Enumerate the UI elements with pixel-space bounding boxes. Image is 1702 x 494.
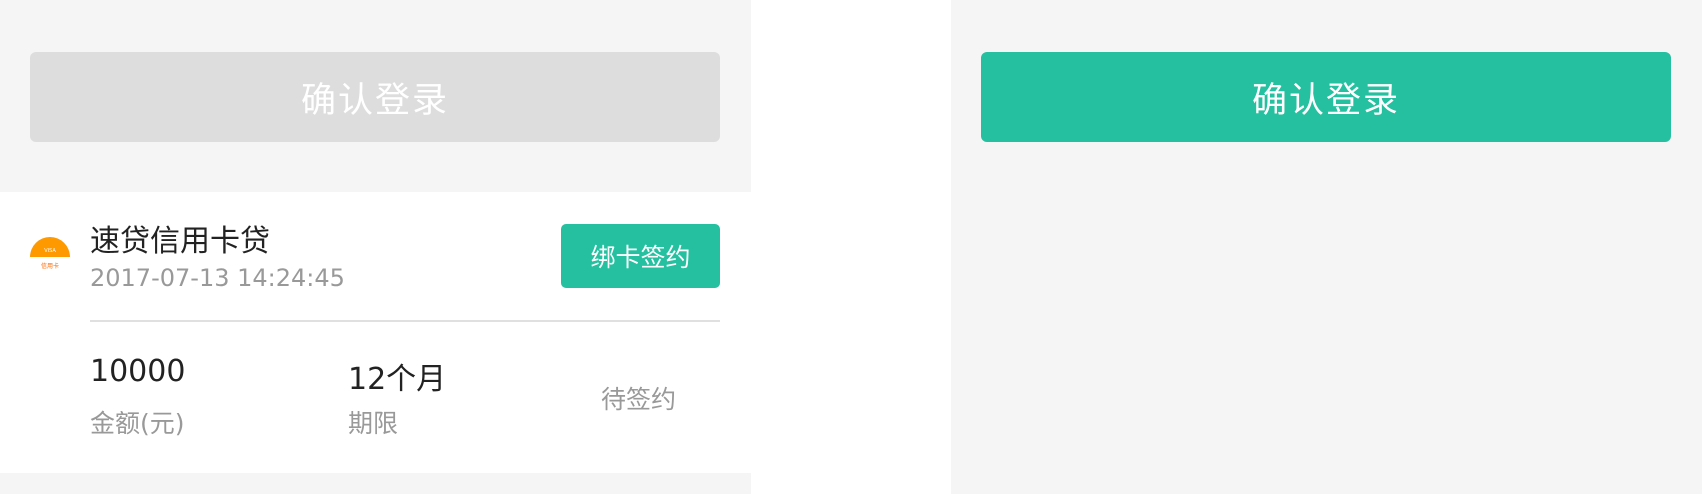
left-panel: 确认登录 VISA 信用卡 速贷信用卡贷 2017-07-13 14:24:45… — [0, 0, 751, 494]
amount-label: 金额(元) — [90, 409, 185, 438]
logo-caption: 信用卡 — [41, 262, 59, 270]
term-value: 12个月 — [348, 362, 447, 397]
loan-card[interactable]: VISA 信用卡 速贷信用卡贷 2017-07-13 14:24:45 绑卡签约… — [0, 192, 751, 473]
divider — [90, 320, 720, 322]
bind-card-sign-button[interactable]: 绑卡签约 — [561, 224, 720, 288]
term-label: 期限 — [348, 409, 399, 438]
amount-value: 10000 — [90, 354, 186, 389]
confirm-login-button[interactable]: 确认登录 — [981, 52, 1671, 142]
loan-title: 速贷信用卡贷 — [90, 224, 270, 259]
confirm-login-button-disabled[interactable]: 确认登录 — [30, 52, 720, 142]
status-badge: 待签约 — [601, 385, 677, 414]
logo-text: VISA — [44, 248, 56, 254]
loan-timestamp: 2017-07-13 14:24:45 — [90, 264, 345, 292]
right-panel: 确认登录 — [951, 0, 1702, 494]
credit-card-umbrella-icon: VISA 信用卡 — [30, 237, 70, 270]
